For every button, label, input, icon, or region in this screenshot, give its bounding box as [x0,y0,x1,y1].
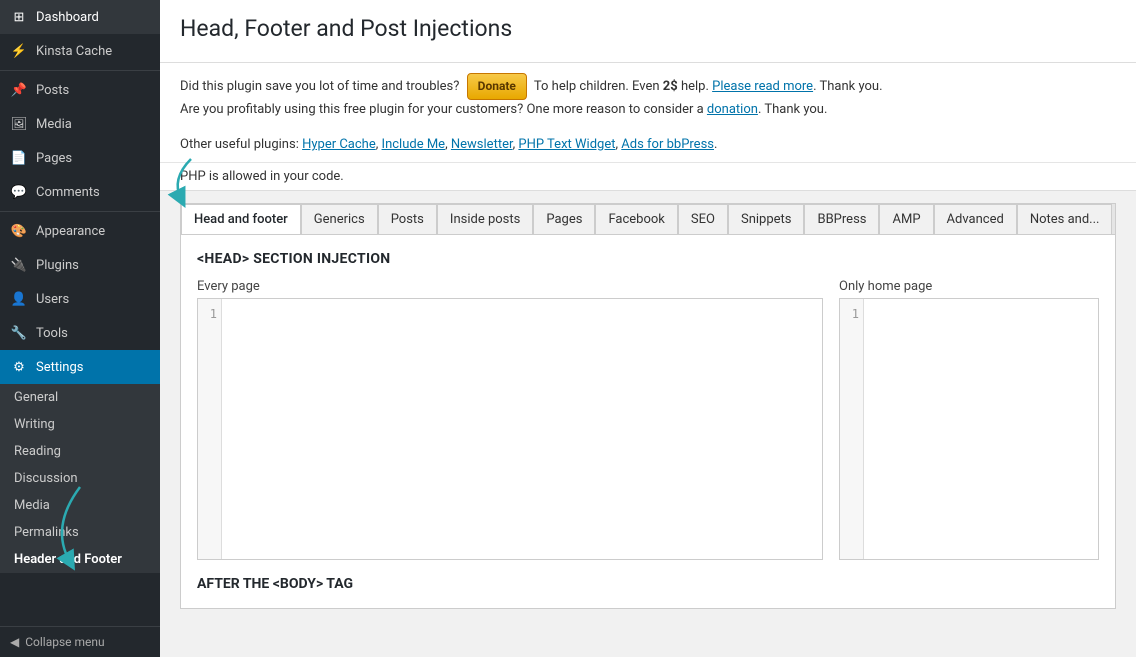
users-icon: 👤 [10,290,28,308]
plugin-hyper-cache[interactable]: Hyper Cache [302,137,376,152]
sidebar-sub-item-general[interactable]: General [0,384,160,411]
comments-icon: 💬 [10,183,28,201]
sidebar-item-posts[interactable]: 📌 Posts [0,73,160,107]
sidebar-item-media[interactable]: 🖼 Media [0,107,160,141]
php-notice: PHP is allowed in your code. [160,163,1136,191]
tab-posts[interactable]: Posts [378,204,437,235]
every-page-group: Every page 1 [197,279,823,560]
textareas-row: Every page 1 Only home page 1 [197,279,1099,560]
donate-button[interactable]: Donate [467,73,527,100]
sidebar: ⊞ Dashboard ⚡ Kinsta Cache 📌 Posts 🖼 Med… [0,0,160,657]
tab-generics[interactable]: Generics [301,204,378,235]
settings-icon: ⚙ [10,358,28,376]
plugin-newsletter[interactable]: Newsletter [451,137,513,152]
sidebar-sub-item-media[interactable]: Media [0,492,160,519]
sidebar-sub-item-writing[interactable]: Writing [0,411,160,438]
plugins-icon: 🔌 [10,256,28,274]
plugins-row: Other useful plugins: Hyper Cache, Inclu… [160,131,1136,163]
sidebar-item-settings[interactable]: ⚙ Settings [0,350,160,384]
dashboard-icon: ⊞ [10,8,28,26]
sidebar-item-dashboard[interactable]: ⊞ Dashboard [0,0,160,34]
arrow-annotation-tab [160,149,231,209]
plugin-ads-bbpress[interactable]: Ads for bbPress [621,137,714,152]
every-page-label: Every page [197,279,823,294]
tab-snippets[interactable]: Snippets [728,204,805,235]
collapse-icon: ◀ [10,635,19,649]
tab-bbpress[interactable]: BBPress [804,204,879,235]
line-numbers-home: 1 [840,299,864,559]
home-page-label: Only home page [839,279,1099,294]
read-more-link[interactable]: Please read more [712,79,813,94]
sidebar-sub-item-reading[interactable]: Reading [0,438,160,465]
tab-content-head-footer: <HEAD> SECTION INJECTION Every page 1 On… [181,235,1115,608]
tab-facebook[interactable]: Facebook [595,204,677,235]
head-section-heading: <HEAD> SECTION INJECTION [197,251,1099,267]
tabs-nav: Head and footer Generics Posts Inside po… [181,204,1115,235]
donation-notice: Did this plugin save you lot of time and… [160,63,1136,131]
sidebar-item-plugins[interactable]: 🔌 Plugins [0,248,160,282]
sidebar-item-appearance[interactable]: 🎨 Appearance [0,214,160,248]
settings-submenu: General Writing Reading Discussion Media… [0,384,160,573]
media-icon: 🖼 [10,115,28,133]
sidebar-sub-item-permalinks[interactable]: Permalinks [0,519,160,546]
sidebar-item-tools[interactable]: 🔧 Tools [0,316,160,350]
tabs-wrapper: Head and footer Generics Posts Inside po… [180,203,1116,609]
every-page-editor: 1 [197,298,823,560]
sidebar-item-users[interactable]: 👤 Users [0,282,160,316]
pages-icon: 📄 [10,149,28,167]
tab-inside-posts[interactable]: Inside posts [437,204,533,235]
page-header: Head, Footer and Post Injections [160,0,1136,63]
kinsta-icon: ⚡ [10,42,28,60]
sidebar-sub-item-discussion[interactable]: Discussion [0,465,160,492]
main-content: Head, Footer and Post Injections Did thi… [160,0,1136,657]
after-body-heading: AFTER THE <BODY> TAG [197,576,1099,592]
collapse-menu-button[interactable]: ◀ Collapse menu [0,626,160,657]
plugin-php-text-widget[interactable]: PHP Text Widget [518,137,615,152]
tab-pages[interactable]: Pages [533,204,595,235]
appearance-icon: 🎨 [10,222,28,240]
tab-seo[interactable]: SEO [678,204,728,235]
home-page-textarea[interactable] [864,299,1098,559]
sidebar-item-pages[interactable]: 📄 Pages [0,141,160,175]
sidebar-sub-item-header-footer[interactable]: Header and Footer [0,546,160,573]
every-page-textarea[interactable] [222,299,822,559]
tab-amp[interactable]: AMP [879,204,933,235]
home-page-editor: 1 [839,298,1099,560]
posts-icon: 📌 [10,81,28,99]
donation-link[interactable]: donation [707,102,758,117]
page-title: Head, Footer and Post Injections [180,15,1116,42]
content-area: PHP is allowed in your code. Head and fo… [160,163,1136,629]
sidebar-item-comments[interactable]: 💬 Comments [0,175,160,209]
tools-icon: 🔧 [10,324,28,342]
home-page-group: Only home page 1 [839,279,1099,560]
line-numbers-every: 1 [198,299,222,559]
tab-advanced[interactable]: Advanced [934,204,1017,235]
sidebar-item-kinsta-cache[interactable]: ⚡ Kinsta Cache [0,34,160,68]
tab-notes[interactable]: Notes and... [1017,204,1113,235]
plugin-include-me[interactable]: Include Me [382,137,446,152]
